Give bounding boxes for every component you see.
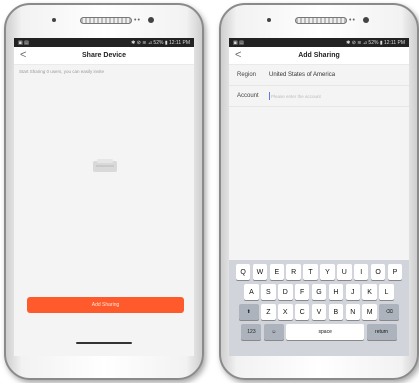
return-key[interactable]: return xyxy=(366,324,397,340)
key-v[interactable]: V xyxy=(311,304,327,320)
back-arrow-icon[interactable]: < xyxy=(235,49,241,61)
region-value: United States of America xyxy=(269,72,336,78)
key-z[interactable]: Z xyxy=(261,304,276,320)
key-t[interactable]: T xyxy=(303,264,318,280)
keyboard-row-4: 123 ☺ space return xyxy=(229,324,409,340)
front-camera xyxy=(363,17,369,23)
key-x[interactable]: X xyxy=(278,304,293,320)
status-bar: ▣ ▤ ✱ ⊘ ≋ ⊿ 52% ▮ 12:11 PM xyxy=(14,38,194,47)
key-h[interactable]: H xyxy=(328,284,344,300)
status-left-icons: ▣ ▤ xyxy=(233,39,244,46)
delete-key-icon[interactable]: ⌫ xyxy=(379,304,400,320)
key-j[interactable]: J xyxy=(345,284,360,300)
key-l[interactable]: L xyxy=(379,284,394,300)
account-input[interactable] xyxy=(271,93,391,99)
text-caret xyxy=(269,92,270,100)
earpiece xyxy=(295,17,347,24)
numbers-key[interactable]: 123 xyxy=(241,324,262,340)
sensor-dot xyxy=(267,18,271,22)
region-label: Region xyxy=(237,72,257,78)
key-e[interactable]: E xyxy=(269,264,285,280)
key-r[interactable]: R xyxy=(286,264,301,280)
key-a[interactable]: A xyxy=(244,284,259,300)
earpiece xyxy=(80,17,132,24)
status-bar: ▣ ▤ ✱ ⊘ ≋ ⊿ 52% ▮ 12:11 PM xyxy=(229,38,409,47)
key-q[interactable]: Q xyxy=(235,264,251,280)
key-p[interactable]: P xyxy=(387,264,403,280)
key-u[interactable]: U xyxy=(337,264,352,280)
phone-right: •• ▣ ▤ ✱ ⊘ ≋ ⊿ 52% ▮ 12:11 PM < Add Shar… xyxy=(219,3,419,380)
key-d[interactable]: D xyxy=(278,284,293,300)
nav-bar: < Share Device xyxy=(14,47,194,65)
key-n[interactable]: N xyxy=(345,304,360,320)
back-arrow-icon[interactable]: < xyxy=(20,49,26,61)
key-m[interactable]: M xyxy=(362,304,377,320)
sharing-hint-text: Start Sharing 0 users, you can easily in… xyxy=(19,69,105,74)
nav-bar: < Add Sharing xyxy=(229,47,409,65)
screen-add-sharing: ▣ ▤ ✱ ⊘ ≋ ⊿ 52% ▮ 12:11 PM < Add Sharing… xyxy=(229,38,409,356)
space-key[interactable]: space xyxy=(286,324,365,340)
page-title: Add Sharing xyxy=(298,52,340,59)
home-indicator xyxy=(76,342,132,344)
emoji-key-icon[interactable]: ☺ xyxy=(263,324,284,340)
key-c[interactable]: C xyxy=(294,304,310,320)
shift-key-icon[interactable]: ⬆ xyxy=(238,304,259,320)
key-b[interactable]: B xyxy=(328,304,344,320)
key-g[interactable]: G xyxy=(311,284,327,300)
key-s[interactable]: S xyxy=(261,284,276,300)
keyboard-row-3: ⬆ Z X C V B N M ⌫ xyxy=(229,304,409,320)
key-w[interactable]: W xyxy=(252,264,268,280)
status-right-info: ✱ ⊘ ≋ ⊿ 52% ▮ 12:11 PM xyxy=(131,39,190,46)
onscreen-keyboard: Q W E R T Y U I O P A S D F G H J K L ⬆ … xyxy=(229,260,409,356)
account-row: Account xyxy=(229,86,409,107)
key-y[interactable]: Y xyxy=(320,264,335,280)
two-phone-mockup: •• ▣ ▤ ✱ ⊘ ≋ ⊿ 52% ▮ 12:11 PM < Share De… xyxy=(0,0,419,383)
sensor-dots: •• xyxy=(349,17,356,24)
screen-share-device: ▣ ▤ ✱ ⊘ ≋ ⊿ 52% ▮ 12:11 PM < Share Devic… xyxy=(14,38,194,356)
key-o[interactable]: O xyxy=(370,264,386,280)
sensor-dots: •• xyxy=(134,17,141,24)
key-i[interactable]: I xyxy=(353,264,369,280)
keyboard-row-2: A S D F G H J K L xyxy=(229,284,409,300)
sensor-dot xyxy=(52,18,56,22)
keyboard-row-1: Q W E R T Y U I O P xyxy=(229,264,409,280)
add-sharing-button[interactable]: Add Sharing xyxy=(27,297,184,313)
key-f[interactable]: F xyxy=(294,284,310,300)
account-label: Account xyxy=(237,93,259,99)
region-row[interactable]: Region United States of America xyxy=(229,65,409,86)
empty-state-icon xyxy=(93,159,117,172)
front-camera xyxy=(148,17,154,23)
key-k[interactable]: K xyxy=(362,284,377,300)
status-right-info: ✱ ⊘ ≋ ⊿ 52% ▮ 12:11 PM xyxy=(346,39,405,46)
share-device-body: Start Sharing 0 users, you can easily in… xyxy=(14,65,194,356)
phone-left: •• ▣ ▤ ✱ ⊘ ≋ ⊿ 52% ▮ 12:11 PM < Share De… xyxy=(4,3,204,380)
status-left-icons: ▣ ▤ xyxy=(18,39,29,46)
page-title: Share Device xyxy=(82,52,126,59)
